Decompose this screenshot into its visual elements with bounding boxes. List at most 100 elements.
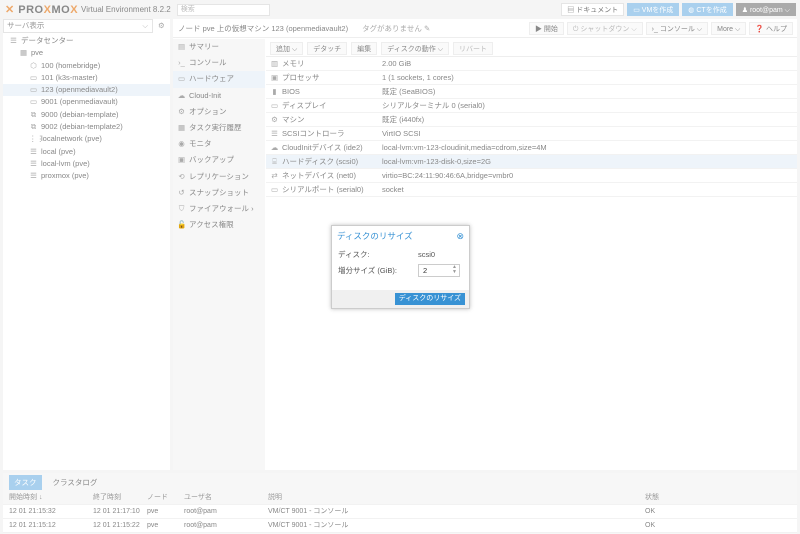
column-header[interactable]: ノード	[141, 491, 178, 504]
nav-item[interactable]: ◉ モニタ	[173, 136, 265, 152]
column-header[interactable]: 説明	[262, 491, 639, 504]
hardware-row[interactable]: ⚙ マシン 既定 (i440fx)	[266, 113, 797, 127]
column-header[interactable]: 終了時刻	[87, 491, 141, 504]
tree-item[interactable]: ▭ 123 (openmediavault2)	[3, 84, 170, 97]
tree-item[interactable]: ☰ local (pve)	[3, 146, 170, 158]
version: Virtual Environment 8.2.2	[81, 5, 171, 14]
nav-item[interactable]: ⚙ オプション	[173, 104, 265, 120]
template-icon: ⧉	[30, 109, 37, 119]
help-label: ヘルプ	[766, 26, 787, 33]
question-icon: ❓	[755, 26, 766, 33]
nav-item-label: アクセス権限	[189, 220, 234, 230]
nav-item[interactable]: ›_ コンソール	[173, 55, 265, 71]
tree-item[interactable]: ⬡ 100 (homebridge)	[3, 60, 170, 72]
create-ct-button[interactable]: ◍ CTを作成	[682, 3, 733, 16]
tree-item[interactable]: ⧉ 9002 (debian-template2)	[3, 121, 170, 133]
column-header[interactable]: 状態	[639, 491, 797, 504]
shutdown-button[interactable]: ⏻ シャットダウン ⌵	[566, 22, 643, 35]
nav-item[interactable]: ▭ ハードウェア	[173, 71, 265, 88]
hardware-icon: ▣	[270, 73, 279, 82]
tags[interactable]: タグがありません ✎	[362, 19, 430, 37]
size-increment-spinner[interactable]: 2 ▲ ▼	[418, 263, 460, 277]
hardware-row[interactable]: ▥ メモリ 2.00 GiB	[266, 57, 797, 71]
spinner-arrows-icon[interactable]: ▲ ▼	[452, 264, 457, 276]
hardware-key: プロセッサ	[282, 73, 320, 82]
resize-disk-button[interactable]: ディスクのリサイズ	[394, 293, 465, 305]
nav-item-label: Cloud-Init	[189, 90, 222, 100]
hardware-key: マシン	[282, 115, 305, 124]
start-button[interactable]: ▶ 開始	[528, 22, 564, 35]
dialog-title: ディスクのリサイズ	[337, 231, 413, 241]
nav-icon: ⚙	[178, 106, 185, 116]
hardware-row[interactable]: ☁ CloudInitデバイス (ide2) local-lvm:vm-123-cl…	[266, 141, 797, 155]
page-title: ノード pve 上の仮想マシン 123 (openmediavault2)	[178, 24, 349, 33]
hardware-key: メモリ	[282, 59, 305, 68]
tree-item[interactable]: ⋮⋮localnetwork (pve)	[3, 133, 170, 145]
detach-button[interactable]: デタッチ	[307, 42, 348, 55]
terminal-icon: ›_	[651, 26, 660, 33]
edit-button[interactable]: 編集	[351, 42, 378, 55]
column-header[interactable]: 開始時刻 ↓	[3, 491, 87, 504]
nav-icon: ›_	[178, 58, 185, 68]
search-input[interactable]: 検索	[176, 3, 270, 16]
view-selector[interactable]: サーバ表示 ⌵	[3, 19, 153, 33]
disk-action-button[interactable]: ディスクの動作 ⌵	[381, 42, 450, 55]
table-cell: OK	[645, 508, 656, 515]
hardware-row[interactable]: ☰ SCSIコントローラ VirtIO SCSI	[266, 127, 797, 141]
table-row[interactable]: 12 01 21:15:32 12 01 21:17:10 pve root@pam V…	[3, 505, 797, 519]
nav-item[interactable]: ⛉ ファイアウォール ›	[173, 201, 265, 217]
tree-item[interactable]: ▭ 9001 (openmediavault)	[3, 96, 170, 108]
chevron-down-icon: ⌵	[142, 21, 148, 30]
tab-tasks[interactable]: タスク	[9, 474, 42, 490]
nav-item[interactable]: ☁ Cloud-Init	[173, 88, 265, 104]
table-cell: pve	[147, 508, 159, 515]
console-button[interactable]: ›_ コンソール ⌵	[645, 22, 709, 35]
hardware-row[interactable]: ▣ プロセッサ 1 (1 sockets, 1 cores)	[266, 71, 797, 85]
gear-icon[interactable]: ⚙	[158, 21, 165, 30]
hardware-row[interactable]: ▮ BIOS 既定 (SeaBIOS)	[266, 85, 797, 99]
tree-item[interactable]: ⧉ 9000 (debian-template)	[3, 109, 170, 121]
create-vm-button[interactable]: ▭ VMを作成	[627, 3, 680, 16]
hardware-key: CloudInitデバイス (ide2)	[282, 143, 363, 152]
nav-item[interactable]: 🔓 アクセス権限	[173, 217, 265, 233]
column-header[interactable]: ユーザ名	[178, 491, 262, 504]
hardware-row[interactable]: ⇄ ネットデバイス (net0) virtio=BC:24:11:90:46:6A,…	[266, 169, 797, 183]
hardware-row[interactable]: ⌸ ハードディスク (scsi0) local-lvm:vm-123-disk-0,…	[266, 155, 797, 169]
tree-item[interactable]: ☰ proxmox (pve)	[3, 170, 170, 182]
hardware-icon: ⌸	[272, 157, 277, 166]
hardware-value: local-lvm:vm-123-cloudinit,media=cdrom,s…	[382, 143, 547, 152]
add-button[interactable]: 追加 ⌵	[270, 42, 304, 55]
nav-item[interactable]: ↺ スナップショット	[173, 185, 265, 201]
content-panel: ノード pve 上の仮想マシン 123 (openmediavault2) タグ…	[173, 19, 797, 470]
hardware-value: virtio=BC:24:11:90:46:6A,bridge=vmbr0	[382, 171, 514, 180]
revert-button[interactable]: リバート	[453, 42, 494, 55]
tree-item-label: 123 (openmediavault2)	[41, 85, 118, 95]
more-button[interactable]: More ⌵	[711, 22, 747, 35]
tree-item-label: 101 (k3s-master)	[41, 72, 98, 82]
tags-label: タグがありません	[362, 24, 422, 33]
close-icon[interactable]: ⊗	[456, 226, 464, 246]
hardware-key: SCSIコントローラ	[282, 129, 345, 138]
tree-item[interactable]: ▭ 101 (k3s-master)	[3, 72, 170, 84]
table-row[interactable]: 12 01 21:15:12 12 01 21:15:22 pve root@pam V…	[3, 519, 797, 533]
tree-item-label: 9000 (debian-template)	[41, 109, 119, 119]
hardware-row[interactable]: ▭ ディスプレイ シリアルターミナル 0 (serial0)	[266, 99, 797, 113]
nav-item[interactable]: ⟲ レプリケーション	[173, 169, 265, 185]
tree-item[interactable]: ☰ データセンター	[3, 35, 170, 47]
tree-item-label: 100 (homebridge)	[41, 60, 101, 70]
nav-item[interactable]: ▤ サマリー	[173, 39, 265, 55]
tab-cluster-log[interactable]: クラスタログ	[48, 475, 103, 490]
nav-icon: ▭	[177, 74, 186, 84]
container-icon: ⬡	[30, 60, 37, 70]
play-icon: ▶	[534, 26, 544, 33]
nav-item[interactable]: ▦ タスク実行履歴	[173, 120, 265, 136]
user-menu[interactable]: ♟ root@pam ⌵	[735, 3, 796, 16]
help-button[interactable]: ❓ ヘルプ	[749, 22, 793, 35]
tree-item[interactable]: ▦ pve	[3, 47, 170, 59]
disk-value: scsi0	[418, 249, 436, 259]
nav-item[interactable]: ▣ バックアップ	[173, 152, 265, 168]
hardware-row[interactable]: ▭ シリアルポート (serial0) socket	[266, 183, 797, 197]
nav-item-label: ファイアウォール ›	[189, 203, 254, 213]
tree-item[interactable]: ☰ local-lvm (pve)	[3, 158, 170, 170]
docs-button[interactable]: ▤ ドキュメント	[561, 3, 625, 16]
